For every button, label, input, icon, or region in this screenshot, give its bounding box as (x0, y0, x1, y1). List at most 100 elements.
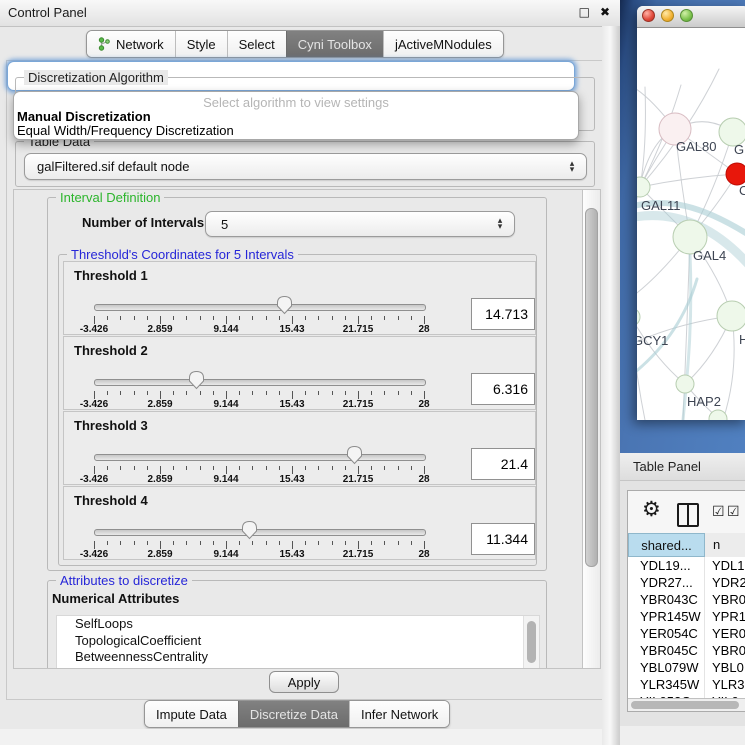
attribute-item-selfloops[interactable]: SelfLoops (57, 616, 539, 633)
threshold-value-field[interactable]: 14.713 (471, 298, 535, 330)
tick-mark (305, 541, 306, 545)
threshold-slider-thumb[interactable] (346, 445, 363, 465)
checkbox-icon[interactable]: ☑ (727, 504, 740, 520)
close-traffic-light-icon[interactable] (642, 9, 655, 22)
list-scrollbar-thumb[interactable] (527, 621, 536, 663)
table-cell: YBL0 (705, 659, 745, 676)
threshold-slider-track[interactable] (94, 304, 426, 311)
popup-option-equal-width-frequency-discretization[interactable]: Equal Width/Frequency Discretization (17, 124, 234, 138)
threshold-slider-thumb[interactable] (188, 370, 205, 390)
tab-network[interactable]: Network (87, 31, 175, 57)
tick-mark (411, 541, 412, 545)
network-window-titlebar (637, 6, 745, 28)
tick-label: 2.859 (147, 324, 172, 335)
tab-jactivemnodules[interactable]: jActiveMNodules (383, 31, 503, 57)
table-panel-titlebar: Table Panel (620, 453, 745, 481)
threshold-value-field[interactable]: 6.316 (471, 373, 535, 405)
list-scrollbar[interactable] (523, 616, 539, 669)
attribute-item-topologicalcoefficient[interactable]: TopologicalCoefficient (57, 633, 539, 650)
tick-mark (358, 466, 359, 474)
minimize-traffic-light-icon[interactable] (661, 9, 674, 22)
checkbox-icon[interactable]: ☑ (712, 504, 725, 520)
tab-style[interactable]: Style (175, 31, 227, 57)
tick-label: 9.144 (213, 324, 238, 335)
tab-label: Discretize Data (250, 707, 338, 722)
network-node-c[interactable] (726, 163, 745, 185)
threshold-slider-thumb[interactable] (241, 520, 258, 540)
bottom-tab-bar: Impute Data Discretize Data Infer Network (144, 700, 450, 728)
vertical-scrollbar[interactable] (582, 190, 600, 668)
numerical-attributes-list[interactable]: SelfLoopsTopologicalCoefficientBetweenne… (56, 615, 540, 669)
slider-tick-labels: -3.4262.8599.14415.4321.71528 (94, 474, 424, 485)
gear-icon[interactable]: ⚙ (642, 497, 661, 521)
table-cell: YBR045C (628, 642, 705, 659)
horizontal-scrollbar[interactable] (628, 698, 745, 711)
threshold-slider-track[interactable] (94, 529, 426, 536)
tick-mark (160, 541, 161, 549)
panel-bottom-strip (0, 729, 602, 745)
tick-mark (147, 316, 148, 320)
tab-impute-data[interactable]: Impute Data (145, 701, 238, 727)
threshold-value-field[interactable]: 11.344 (471, 523, 535, 555)
tick-mark (398, 466, 399, 470)
network-node-label: H (739, 332, 745, 347)
network-node-h[interactable] (717, 301, 745, 331)
network-canvas[interactable]: GAL80GCGAL11GAL4GCY1HHAP2 (637, 27, 745, 420)
threshold-panel: Threshold 1 -3.4262.8599.14415.4321.7152… (63, 261, 536, 335)
network-node-hap2[interactable] (676, 375, 694, 393)
tab-infer-network[interactable]: Infer Network (349, 701, 449, 727)
table-panel: ⚙ ☑ ☑ shared...n YDL19...YDL1YDR27...YDR… (620, 481, 745, 745)
table-row[interactable]: YLR345WYLR3 (628, 676, 745, 693)
zoom-traffic-light-icon[interactable] (680, 9, 693, 22)
column-header-n[interactable]: n (705, 533, 745, 557)
num-intervals-spinner[interactable]: 5 ▴▾ (205, 211, 515, 237)
threshold-slider-track[interactable] (94, 454, 426, 461)
float-window-icon[interactable]: □ (579, 5, 590, 19)
tick-mark (371, 541, 372, 545)
table-row[interactable]: YDR27...YDR2 (628, 574, 745, 591)
tick-mark (252, 466, 253, 470)
popup-option-manual-discretization[interactable]: Manual Discretization (17, 110, 151, 124)
table-row[interactable]: YBL079WYBL0 (628, 659, 745, 676)
network-edge (640, 174, 737, 187)
tick-mark (424, 316, 425, 324)
tab-discretize-data[interactable]: Discretize Data (238, 701, 349, 727)
tick-mark (252, 391, 253, 395)
tick-label: 9.144 (213, 474, 238, 485)
network-node-label: HAP2 (687, 394, 721, 409)
tab-label: Network (116, 37, 164, 52)
tab-cyni-toolbox[interactable]: Cyni Toolbox (286, 31, 383, 57)
slider-tick-labels: -3.4262.8599.14415.4321.71528 (94, 324, 424, 335)
table-row[interactable]: YDL19...YDL1 (628, 557, 745, 574)
vertical-scrollbar-thumb[interactable] (585, 208, 598, 567)
spinner-stepper-icon: ▴▾ (492, 218, 508, 230)
control-panel: Control Panel □ ✖ NetworkStyleSelectCyni… (0, 0, 620, 745)
table-row[interactable]: YBR045CYBR0 (628, 642, 745, 659)
interval-definition-title: Interval Definition (56, 190, 164, 205)
horizontal-scrollbar-thumb[interactable] (631, 701, 739, 709)
table-cell: YDR2 (705, 574, 745, 591)
close-icon[interactable]: ✖ (600, 5, 610, 19)
attribute-item-betweennesscentrality[interactable]: BetweennessCentrality (57, 649, 539, 666)
tick-label: -3.426 (80, 399, 108, 410)
table-panel-title: Table Panel (633, 459, 701, 474)
tick-mark (398, 391, 399, 395)
threshold-panel: Threshold 4 -3.4262.8599.14415.4321.7152… (63, 486, 536, 560)
column-header-shared-[interactable]: shared... (628, 533, 705, 557)
threshold-value-field[interactable]: 21.4 (471, 448, 535, 480)
network-node-gcy1[interactable] (637, 308, 640, 326)
network-node-gal11[interactable] (637, 177, 650, 197)
network-node[interactable] (709, 410, 727, 420)
table-data-combobox[interactable]: galFiltered.sif default node ▴▾ (24, 153, 587, 180)
table-row[interactable]: YER054CYER0 (628, 625, 745, 642)
table-cell: YBR0 (705, 591, 745, 608)
tick-label: 9.144 (213, 549, 238, 560)
table-row[interactable]: YPR145WYPR1 (628, 608, 745, 625)
threshold-slider-track[interactable] (94, 379, 426, 386)
apply-button[interactable]: Apply (269, 671, 339, 693)
table-rows: YDL19...YDL1YDR27...YDR2YBR043CYBR0YPR14… (628, 557, 745, 698)
threshold-slider-thumb[interactable] (276, 295, 293, 315)
split-columns-icon[interactable] (677, 503, 699, 527)
table-row[interactable]: YBR043CYBR0 (628, 591, 745, 608)
tab-select[interactable]: Select (227, 31, 286, 57)
